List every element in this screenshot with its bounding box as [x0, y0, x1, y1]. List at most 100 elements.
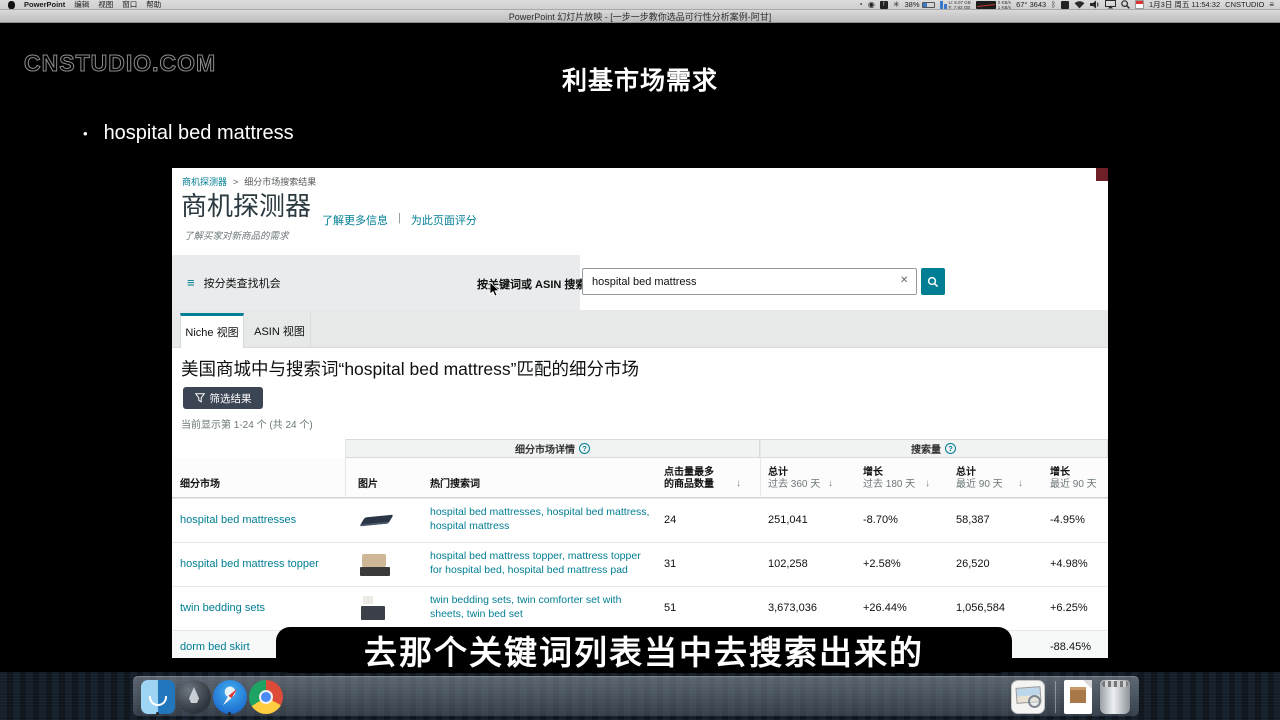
keywords-cell[interactable]: twin bedding sets, twin comforter set wi… [430, 593, 652, 621]
bullet-text: hospital bed mattress [104, 122, 294, 145]
battery-percent: 38% [905, 0, 920, 9]
help-icon[interactable]: ? [945, 443, 956, 454]
search-button[interactable] [921, 268, 945, 295]
sort-icon[interactable]: ↓ [828, 478, 833, 489]
menu-view[interactable]: 视图 [98, 0, 113, 10]
macos-menu-bar: PowerPoint 编辑 视图 窗口 帮助 ◔ ◉ ! ✳ 38% U: 8.… [0, 0, 1280, 10]
group-label: 细分市场详情 [515, 441, 575, 456]
niche-link[interactable]: hospital bed mattress topper [180, 558, 319, 570]
dock-safari-icon[interactable] [213, 680, 247, 714]
subtitle-text: 去那个关键词列表当中去搜索出来的 [364, 626, 924, 674]
filter-results-button[interactable]: 筛选结果 [183, 387, 263, 409]
running-indicator [156, 712, 159, 715]
screen: PowerPoint 编辑 视图 窗口 帮助 ◔ ◉ ! ✳ 38% U: 8.… [0, 0, 1280, 720]
battery-widget[interactable]: 38% [905, 0, 935, 9]
niche-link[interactable]: twin bedding sets [180, 602, 265, 614]
browse-by-category-label: 按分类查找机会 [204, 275, 281, 291]
menu-username[interactable]: CNSTUDIO [1225, 0, 1264, 9]
memory-text: U: 8.07 GB F: 7.93 GB [949, 0, 971, 10]
clicked-cell: 31 [664, 558, 676, 570]
alert-icon[interactable]: ! [880, 1, 888, 9]
rate-page-link[interactable]: 为此页面评分 [411, 212, 477, 228]
col-niche: 细分市场 [180, 479, 220, 491]
col-growth-180: 增长 过去 180 天 [863, 467, 915, 491]
tab-asin-view[interactable]: ASIN 视图 [249, 313, 311, 348]
bullet-line: • hospital bed mattress [83, 122, 294, 145]
search-input[interactable] [582, 268, 917, 295]
growth-90-cell: -88.45% [1050, 641, 1091, 653]
growth-90-cell: -4.95% [1050, 514, 1085, 526]
memory-widget[interactable]: U: 8.07 GB F: 7.93 GB [940, 0, 971, 10]
menu-window[interactable]: 窗口 [122, 0, 137, 10]
mouse-cursor [489, 282, 500, 297]
eye-icon[interactable]: ◉ [868, 0, 875, 9]
window-title: PowerPoint 幻灯片放映 - [一步一步教你选品可行性分析案例-阿甘] [509, 10, 772, 23]
dock-launchpad-icon[interactable] [177, 680, 211, 714]
presentation-slide: CNSTUDIO.COM 利基市场需求 • hospital bed mattr… [0, 23, 1280, 672]
menu-app-name[interactable]: PowerPoint [24, 0, 65, 9]
col-total-90: 总计 最近 90 天 [956, 467, 1003, 491]
embedded-screenshot: 商机探测器 > 细分市场搜索结果 商机探测器 了解更多信息 | 为此页面评分 了… [172, 168, 1108, 658]
menu-list-icon[interactable]: ≡ [1269, 0, 1274, 9]
niche-link[interactable]: hospital bed mattresses [180, 514, 296, 526]
funnel-icon [195, 393, 205, 403]
snowflake-icon[interactable]: ✳ [893, 0, 900, 9]
dock-finder-icon[interactable] [141, 680, 175, 714]
network-widget[interactable]: 0 KB/s 1 KB/s [976, 0, 1011, 10]
network-text: 0 KB/s 1 KB/s [998, 0, 1011, 10]
total-360-cell: 102,258 [768, 558, 808, 570]
slide-title: 利基市场需求 [0, 61, 1280, 97]
menu-help[interactable]: 帮助 [146, 0, 161, 10]
col-clicked-line1: 点击量最多 [664, 467, 714, 478]
sort-icon[interactable]: ↓ [925, 478, 930, 489]
total-90-cell: 58,387 [956, 514, 990, 526]
niche-link[interactable]: dorm bed skirt [180, 641, 250, 653]
breadcrumb-separator: > [233, 177, 238, 187]
apple-icon[interactable] [8, 1, 15, 9]
table-header-row: 细分市场 图片 热门搜索词 点击量最多 的商品数量 ↓ 总计 过去 360 天 … [172, 458, 1108, 498]
wifi-icon[interactable] [1074, 0, 1085, 9]
table-row: twin bedding sets twin bedding sets, twi… [172, 586, 1108, 630]
dock-chrome-icon[interactable] [249, 680, 283, 714]
dock-preview-icon[interactable] [1011, 680, 1045, 714]
spotlight-icon[interactable] [1121, 0, 1130, 9]
filter-label: 筛选结果 [210, 391, 252, 406]
tab-niche-view[interactable]: Niche 视图 [180, 313, 244, 348]
clear-search-icon[interactable]: ✕ [900, 275, 908, 286]
learn-more-link[interactable]: 了解更多信息 [322, 212, 388, 228]
sensor-widget[interactable]: 67° 3643 [1016, 0, 1046, 9]
col-image: 图片 [358, 479, 378, 491]
col-growth-90: 增长 最近 90 天 [1050, 467, 1097, 491]
growth-90-cell: +4.98% [1050, 558, 1088, 570]
dock-trash-icon[interactable] [1100, 680, 1130, 714]
window-title-bar[interactable]: PowerPoint 幻灯片放映 - [一步一步教你选品可行性分析案例-阿甘] [0, 10, 1280, 23]
help-icon[interactable]: ? [579, 443, 590, 454]
keywords-cell[interactable]: hospital bed mattress topper, mattress t… [430, 549, 652, 577]
group-label: 搜索量 [911, 441, 941, 456]
tab-asin-label: ASIN 视图 [254, 323, 305, 339]
moon-icon[interactable]: ◔ [858, 0, 863, 9]
bullet-icon: • [83, 126, 88, 141]
sort-icon[interactable]: ↓ [1018, 478, 1023, 489]
growth-180-cell: +26.44% [863, 602, 907, 614]
volume-icon[interactable] [1090, 0, 1100, 9]
total-360-cell: 3,673,036 [768, 602, 817, 614]
menu-clock[interactable]: 1月3日 周五 11:54:32 [1149, 0, 1220, 10]
airplay-display-icon[interactable] [1105, 0, 1116, 9]
running-indicator [228, 712, 231, 715]
growth-180-cell: -8.70% [863, 514, 898, 526]
clicked-cell: 24 [664, 514, 676, 526]
menu-edit[interactable]: 编辑 [74, 0, 89, 10]
sort-icon[interactable]: ↓ [736, 478, 741, 489]
keywords-cell[interactable]: hospital bed mattresses, hospital bed ma… [430, 505, 652, 533]
link-divider: | [398, 212, 401, 228]
total-360-cell: 251,041 [768, 514, 808, 526]
calendar-icon[interactable] [1135, 0, 1144, 9]
total-90-cell: 26,520 [956, 558, 990, 570]
col-clicked-line2: 的商品数量 [664, 479, 714, 491]
dock-installer-package-icon[interactable] [1064, 680, 1092, 714]
input-source-icon[interactable] [1061, 1, 1069, 9]
search-band: ≡ 按分类查找机会 按关键词或 ASIN 搜索 ✕ [172, 255, 1108, 310]
col-total-360: 总计 过去 360 天 [768, 467, 820, 491]
bluetooth-icon[interactable]: ᛒ [1051, 0, 1056, 9]
